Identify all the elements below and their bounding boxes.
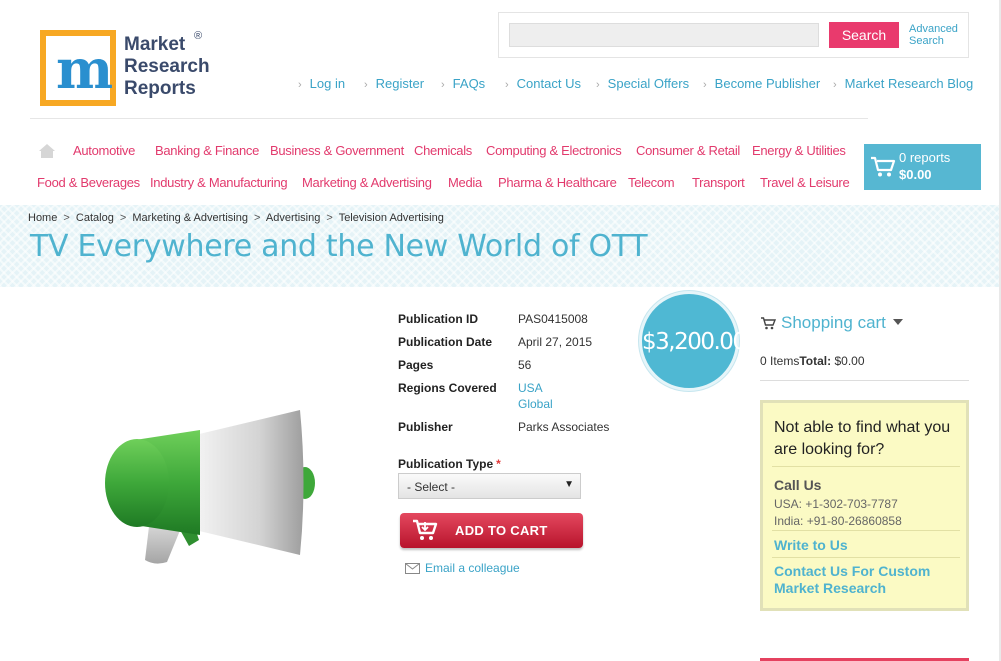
breadcrumb-home[interactable]: Home (28, 212, 57, 224)
title-banner: Home > Catalog > Marketing & Advertising… (0, 205, 1001, 287)
dropdown-arrow-icon: ▼ (564, 479, 574, 490)
megaphone-image (105, 410, 315, 564)
caret-down-icon (893, 319, 903, 325)
cart-icon (871, 156, 896, 177)
help-box: Not able to find what you are looking fo… (760, 400, 969, 611)
nav-media[interactable]: Media (448, 175, 482, 190)
price-badge: $3,200.00 (639, 291, 747, 391)
required-marker: * (496, 457, 501, 471)
cart-icon (761, 317, 776, 330)
logo-wordmark: Market Research Reports (124, 34, 210, 99)
breadcrumb: Home > Catalog > Marketing & Advertising… (28, 212, 444, 224)
nav-banking-finance[interactable]: Banking & Finance (155, 143, 259, 158)
page-title: TV Everywhere and the New World of OTT (30, 229, 648, 264)
logo-mark: m (40, 30, 116, 106)
cart-total: $0.00 (899, 167, 932, 182)
nav-energy-utilities[interactable]: Energy & Utilities (752, 143, 846, 158)
custom-research-link[interactable]: Contact Us For Custom Market Research (774, 563, 959, 597)
phone-india: India: +91-80-26860858 (774, 514, 902, 528)
cart-icon (413, 519, 438, 540)
write-to-us-link[interactable]: Write to Us (774, 537, 848, 554)
registered-mark: ® (194, 30, 203, 42)
breadcrumb-advertising[interactable]: Advertising (266, 212, 320, 224)
price: $3,200.00 (642, 329, 747, 355)
cart-count: 0 reports (899, 150, 951, 165)
phone-usa: USA: +1-302-703-7787 (774, 497, 898, 511)
login-link[interactable]: Log in (298, 76, 345, 91)
register-link[interactable]: Register (364, 76, 424, 91)
publication-type-select[interactable]: - Select - ▼ (398, 473, 581, 499)
blog-link[interactable]: Market Research Blog (833, 76, 974, 91)
nav-consumer-retail[interactable]: Consumer & Retail (636, 143, 740, 158)
nav-computing-electronics[interactable]: Computing & Electronics (486, 143, 622, 158)
nav-automotive[interactable]: Automotive (73, 143, 135, 158)
sidebar-divider (760, 380, 969, 381)
add-to-cart-button[interactable]: ADD TO CART (400, 513, 583, 548)
nav-business-government[interactable]: Business & Government (270, 143, 404, 158)
region-link-usa[interactable]: USA (518, 381, 543, 395)
nav-telecom[interactable]: Telecom (628, 175, 675, 190)
search-button[interactable]: Search (829, 22, 899, 48)
header-divider (30, 118, 868, 119)
special-offers-link[interactable]: Special Offers (596, 76, 689, 91)
call-us-heading: Call Us (774, 477, 822, 493)
contact-us-link[interactable]: Contact Us (505, 76, 581, 91)
nav-pharma-healthcare[interactable]: Pharma & Healthcare (498, 175, 617, 190)
nav-transport[interactable]: Transport (692, 175, 745, 190)
nav-industry-manufacturing[interactable]: Industry & Manufacturing (150, 175, 288, 190)
search-box: Search Advanced Search (498, 12, 969, 58)
faqs-link[interactable]: FAQs (441, 76, 486, 91)
nav-chemicals[interactable]: Chemicals (414, 143, 472, 158)
site-logo[interactable]: m Market Research Reports ® (40, 30, 220, 110)
breadcrumb-marketing[interactable]: Marketing & Advertising (132, 212, 248, 224)
logo-letter: m (56, 37, 114, 101)
help-question: Not able to find what you are looking fo… (774, 419, 951, 458)
advanced-search-link[interactable]: Advanced Search (909, 23, 969, 47)
nav-marketing-advertising[interactable]: Marketing & Advertising (302, 175, 432, 190)
home-icon[interactable] (38, 143, 56, 159)
publication-type-label: Publication Type * (398, 457, 501, 471)
nav-travel-leisure[interactable]: Travel & Leisure (760, 175, 850, 190)
cart-summary: 0 ItemsTotal: $0.00 (760, 354, 865, 368)
nav-food-beverages[interactable]: Food & Beverages (37, 175, 140, 190)
breadcrumb-tv-advertising[interactable]: Television Advertising (339, 212, 444, 224)
search-input[interactable] (509, 23, 819, 47)
breadcrumb-catalog[interactable]: Catalog (76, 212, 114, 224)
cart-widget[interactable]: 0 reports $0.00 (864, 144, 981, 190)
become-publisher-link[interactable]: Become Publisher (703, 76, 821, 91)
region-link-global[interactable]: Global (518, 397, 553, 411)
envelope-icon (405, 563, 420, 574)
